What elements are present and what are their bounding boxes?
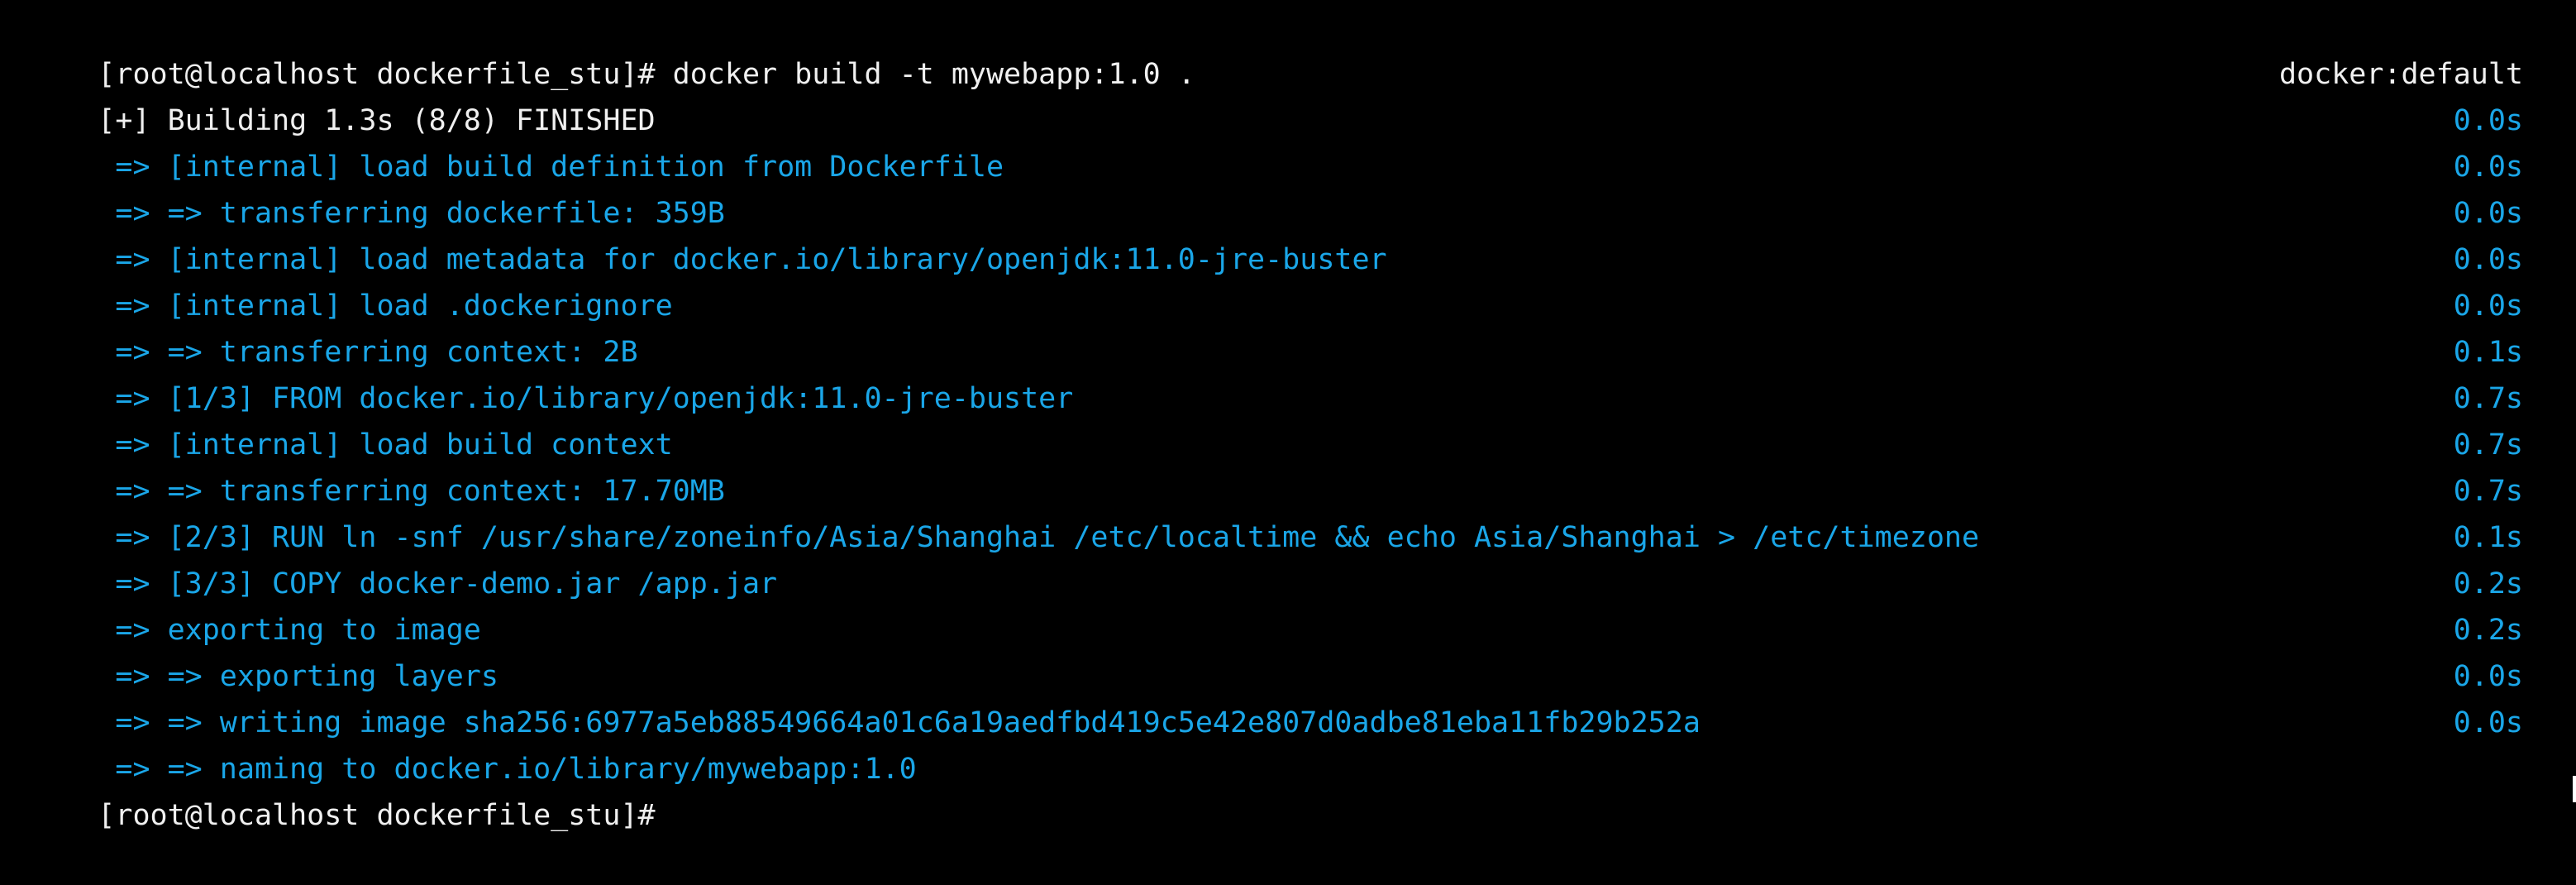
build-step: => [3/3] COPY docker-demo.jar /app.jar 0… xyxy=(28,514,2523,600)
terminal-window[interactable]: [root@localhost dockerfile_stu]# docker … xyxy=(0,0,2576,832)
build-step: => => transferring dockerfile: 359B 0.0s xyxy=(28,144,2523,230)
final-prompt: [root@localhost dockerfile_stu]# xyxy=(98,799,656,832)
final-prompt-line[interactable]: [root@localhost dockerfile_stu]# xyxy=(28,746,2523,832)
step-time: 0.2s xyxy=(2453,614,2523,647)
step-time: 0.0s xyxy=(2453,243,2523,276)
build-step: => [internal] load build definition from… xyxy=(28,98,2523,184)
build-step: => [internal] load build context 0.7s xyxy=(28,376,2523,462)
step-time: 0.7s xyxy=(2453,382,2523,415)
build-step: => exporting to image 0.2s xyxy=(28,561,2523,647)
build-step: => [internal] load metadata for docker.i… xyxy=(28,190,2523,276)
build-step: => [1/3] FROM docker.io/library/openjdk:… xyxy=(28,329,2523,415)
step-time: 0.0s xyxy=(2453,289,2523,323)
step-time: 0.0s xyxy=(2453,104,2523,137)
build-step: => => exporting layers 0.2s xyxy=(28,607,2523,693)
text-cursor xyxy=(2573,776,2576,802)
step-time: 0.7s xyxy=(2453,475,2523,508)
build-header-line: [+] Building 1.3s (8/8) FINISHED docker:… xyxy=(28,51,2523,137)
step-time: 0.0s xyxy=(2453,660,2523,693)
command-line: [root@localhost dockerfile_stu]# docker … xyxy=(28,5,2523,91)
step-time: 0.0s xyxy=(2453,197,2523,230)
builder-name: docker:default xyxy=(2278,58,2523,91)
step-time: 0.1s xyxy=(2453,336,2523,369)
build-step: => => writing image sha256:6977a5eb88549… xyxy=(28,653,2523,739)
step-time: 0.0s xyxy=(2453,706,2523,739)
build-step: => => transferring context: 17.70MB 0.7s xyxy=(28,422,2523,508)
step-time: 0.2s xyxy=(2453,567,2523,600)
build-step: => [internal] load .dockerignore 0.0s xyxy=(28,237,2523,323)
step-time: 0.1s xyxy=(2453,521,2523,554)
build-step: => => transferring context: 2B 0.0s xyxy=(28,283,2523,369)
build-step: => => naming to docker.io/library/myweba… xyxy=(28,700,2523,786)
step-time: 0.7s xyxy=(2453,428,2523,462)
step-time: 0.0s xyxy=(2453,151,2523,184)
build-step: => [2/3] RUN ln -snf /usr/share/zoneinfo… xyxy=(28,468,2523,554)
